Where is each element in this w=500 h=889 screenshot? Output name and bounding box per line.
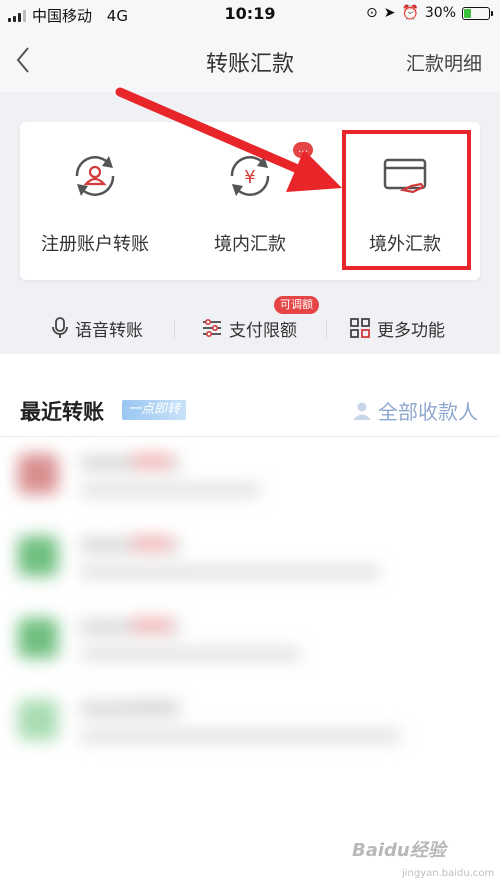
recent-title: 最近转账 [20, 400, 104, 424]
remittance-details-link[interactable]: 汇款明细 [406, 49, 482, 76]
microphone-icon [52, 317, 68, 338]
service-label: 注册账户转账 [41, 234, 149, 255]
list-item[interactable] [0, 440, 500, 520]
battery-fill [464, 8, 471, 18]
quick-label: 支付限额 [229, 320, 297, 341]
user-icon [353, 402, 371, 420]
service-register-transfer[interactable]: 注册账户转账 [20, 122, 170, 280]
refresh-user-icon [75, 156, 115, 196]
more-functions-button[interactable]: 更多功能 [350, 316, 445, 341]
status-bar: 中国移动 4G 10:19 ⊙ ➤ ⏰ 30% [0, 0, 500, 30]
quick-actions: 语音转账 支付限额 可调额 更多功能 [0, 296, 500, 356]
watermark-url: jingyan.baidu.com [402, 868, 495, 879]
battery-percent: 30% [424, 5, 456, 21]
service-label: 境内汇款 [214, 234, 286, 255]
nav-bar: 转账汇款 汇款明细 [0, 30, 500, 92]
quick-label: 语音转账 [75, 320, 143, 341]
payment-limit-button[interactable]: 支付限额 [202, 316, 297, 341]
all-payees-link[interactable]: 全部收款人 [352, 396, 478, 425]
location-icon: ➤ [383, 5, 396, 21]
adjustable-badge: 可调额 [274, 296, 319, 314]
recent-section-header: 最近转账 一点即转 全部收款人 [0, 380, 500, 437]
baidu-logo: Baidu经验 [352, 840, 446, 861]
yen-cycle-icon: ¥ [230, 156, 270, 196]
all-payees-label: 全部收款人 [378, 400, 478, 424]
divider [174, 320, 175, 338]
alarm-icon: ⏰ [401, 5, 419, 21]
list-item[interactable] [0, 686, 500, 766]
service-domestic-remittance[interactable]: ¥ … 境内汇款 [175, 122, 325, 280]
battery-icon [462, 6, 493, 20]
quick-label: 更多功能 [377, 320, 445, 341]
grid-icon [350, 318, 370, 338]
quick-transfer-tag: 一点即转 [122, 400, 187, 420]
service-badge: … [293, 142, 313, 158]
recent-payee-list [0, 440, 500, 770]
list-item[interactable] [0, 604, 500, 684]
svg-text:¥: ¥ [244, 167, 255, 188]
list-item[interactable] [0, 522, 500, 602]
sliders-icon [203, 318, 221, 338]
voice-transfer-button[interactable]: 语音转账 [52, 316, 143, 341]
divider [326, 320, 327, 338]
rotation-lock-icon: ⊙ [365, 5, 378, 21]
highlight-box [342, 130, 471, 270]
